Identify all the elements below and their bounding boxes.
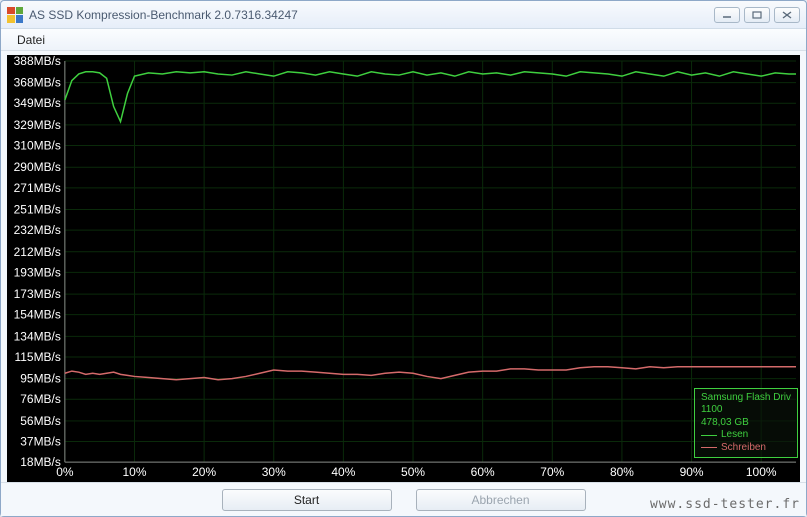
svg-text:290MB/s: 290MB/s: [14, 160, 61, 174]
svg-text:329MB/s: 329MB/s: [14, 118, 61, 132]
chart-area: 388MB/s 368MB/s 349MB/s 329MB/s 310MB/s 290MB…: [7, 55, 800, 482]
svg-text:37MB/s: 37MB/s: [20, 435, 61, 449]
svg-text:388MB/s: 388MB/s: [14, 55, 61, 68]
svg-text:20%: 20%: [192, 465, 216, 479]
legend-swatch-write: [701, 447, 717, 448]
svg-text:115MB/s: 115MB/s: [15, 350, 61, 364]
svg-text:212MB/s: 212MB/s: [14, 245, 61, 259]
svg-text:251MB/s: 251MB/s: [14, 203, 61, 217]
svg-text:30%: 30%: [262, 465, 286, 479]
svg-text:100%: 100%: [746, 465, 777, 479]
svg-text:90%: 90%: [680, 465, 704, 479]
svg-text:232MB/s: 232MB/s: [14, 223, 61, 237]
svg-text:10%: 10%: [123, 465, 147, 479]
svg-text:0%: 0%: [56, 465, 74, 479]
start-button[interactable]: Start: [222, 489, 392, 511]
svg-text:193MB/s: 193MB/s: [14, 265, 61, 279]
svg-text:349MB/s: 349MB/s: [14, 96, 61, 110]
menu-file[interactable]: Datei: [9, 31, 53, 49]
app-icon: [7, 7, 23, 23]
chart-svg: 388MB/s 368MB/s 349MB/s 329MB/s 310MB/s 290MB…: [7, 55, 800, 482]
app-window: AS SSD Kompression-Benchmark 2.0.7316.34…: [0, 0, 807, 517]
window-controls: [714, 7, 800, 23]
button-row: Start Abbrechen: [1, 482, 806, 516]
svg-text:271MB/s: 271MB/s: [14, 181, 61, 195]
svg-text:76MB/s: 76MB/s: [20, 392, 61, 406]
window-title: AS SSD Kompression-Benchmark 2.0.7316.34…: [29, 8, 714, 22]
maximize-button[interactable]: [744, 7, 770, 23]
legend-swatch-read: [701, 435, 717, 436]
svg-text:60%: 60%: [471, 465, 495, 479]
legend-capacity: 478,03 GB: [701, 417, 791, 430]
svg-text:368MB/s: 368MB/s: [14, 76, 61, 90]
svg-text:18MB/s: 18MB/s: [20, 455, 61, 469]
svg-text:95MB/s: 95MB/s: [20, 372, 61, 386]
svg-text:40%: 40%: [331, 465, 355, 479]
legend-device: Samsung Flash Driv: [701, 392, 791, 405]
svg-text:70%: 70%: [540, 465, 564, 479]
svg-text:134MB/s: 134MB/s: [14, 329, 61, 343]
legend-write-label: Schreiben: [721, 442, 766, 455]
svg-text:56MB/s: 56MB/s: [20, 414, 61, 428]
abort-button: Abbrechen: [416, 489, 586, 511]
legend-read-label: Lesen: [721, 429, 748, 442]
svg-text:154MB/s: 154MB/s: [14, 308, 61, 322]
svg-text:80%: 80%: [610, 465, 634, 479]
legend-device-line2: 1100: [701, 404, 791, 417]
minimize-button[interactable]: [714, 7, 740, 23]
svg-text:50%: 50%: [401, 465, 425, 479]
titlebar: AS SSD Kompression-Benchmark 2.0.7316.34…: [1, 1, 806, 29]
menubar: Datei: [1, 29, 806, 51]
svg-text:173MB/s: 173MB/s: [14, 287, 61, 301]
svg-text:310MB/s: 310MB/s: [14, 139, 61, 153]
legend-box: Samsung Flash Driv 1100 478,03 GB Lesen …: [694, 388, 798, 459]
close-button[interactable]: [774, 7, 800, 23]
